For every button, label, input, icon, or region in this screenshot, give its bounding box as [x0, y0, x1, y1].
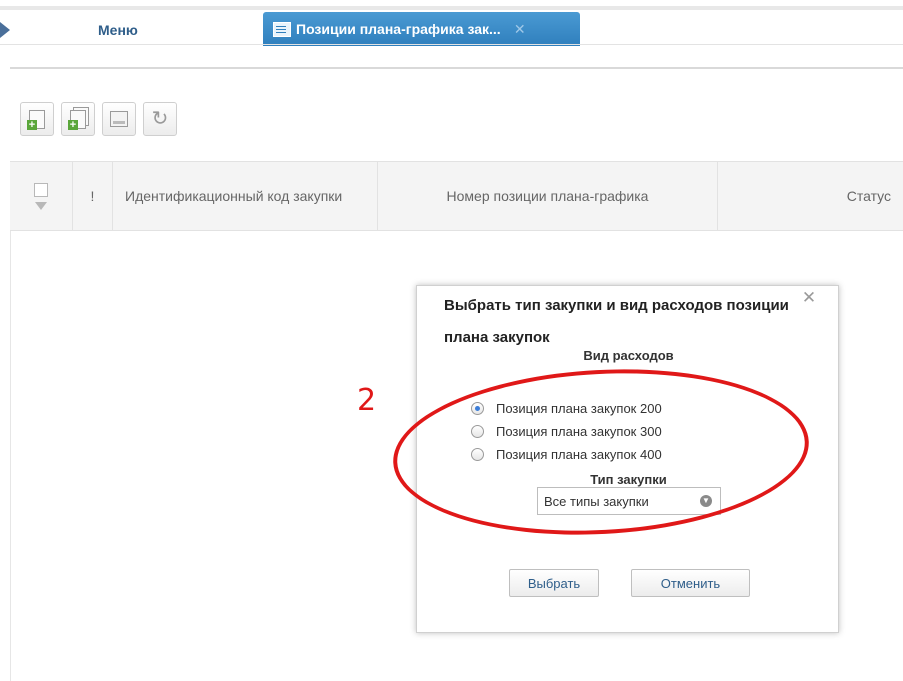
print-button[interactable] [102, 102, 136, 136]
filter-icon[interactable] [35, 201, 47, 210]
add-document-button[interactable]: + [20, 102, 54, 136]
top-border [0, 6, 903, 10]
print-icon [110, 111, 128, 127]
toolbar: + + ↻ [20, 102, 177, 138]
tab-close-icon[interactable]: ✕ [513, 22, 527, 36]
close-icon[interactable]: ✕ [801, 289, 817, 306]
app-window: Меню Позиции плана-графика зак... ✕ + + … [0, 0, 903, 681]
select-all-column [10, 162, 73, 230]
column-header-position-number[interactable]: Номер позиции плана-графика [378, 162, 718, 230]
tab-plan-positions[interactable]: Позиции плана-графика зак... ✕ [263, 12, 580, 46]
tab-plan-positions-label: Позиции плана-графика зак... [296, 21, 501, 37]
annotation-number: 2 [357, 383, 377, 418]
expense-type-label: Вид расходов [583, 348, 674, 363]
menu-tab[interactable]: Меню [98, 22, 138, 38]
home-arrow-icon[interactable] [0, 22, 10, 38]
column-header-status[interactable]: Статус [718, 162, 903, 230]
select-all-checkbox[interactable] [34, 182, 48, 197]
copy-document-button[interactable]: + [61, 102, 95, 136]
dialog-title: Выбрать тип закупки и вид расходов позиц… [444, 297, 789, 346]
choose-button[interactable]: Выбрать [509, 569, 599, 597]
tab-strip-divider [0, 44, 903, 45]
plus-icon: + [68, 119, 78, 131]
content-divider [10, 67, 903, 69]
plus-icon: + [27, 119, 37, 131]
cancel-button[interactable]: Отменить [631, 569, 750, 597]
column-header-procurement-id[interactable]: Идентификационный код закупки [113, 162, 378, 230]
column-header-flag[interactable]: ! [73, 162, 113, 230]
list-document-icon [273, 21, 291, 37]
table-header: ! Идентификационный код закупки Номер по… [10, 161, 903, 231]
tab-strip: Меню Позиции плана-графика зак... ✕ [0, 0, 903, 48]
refresh-button[interactable]: ↻ [143, 102, 177, 136]
refresh-icon: ↻ [151, 108, 169, 130]
